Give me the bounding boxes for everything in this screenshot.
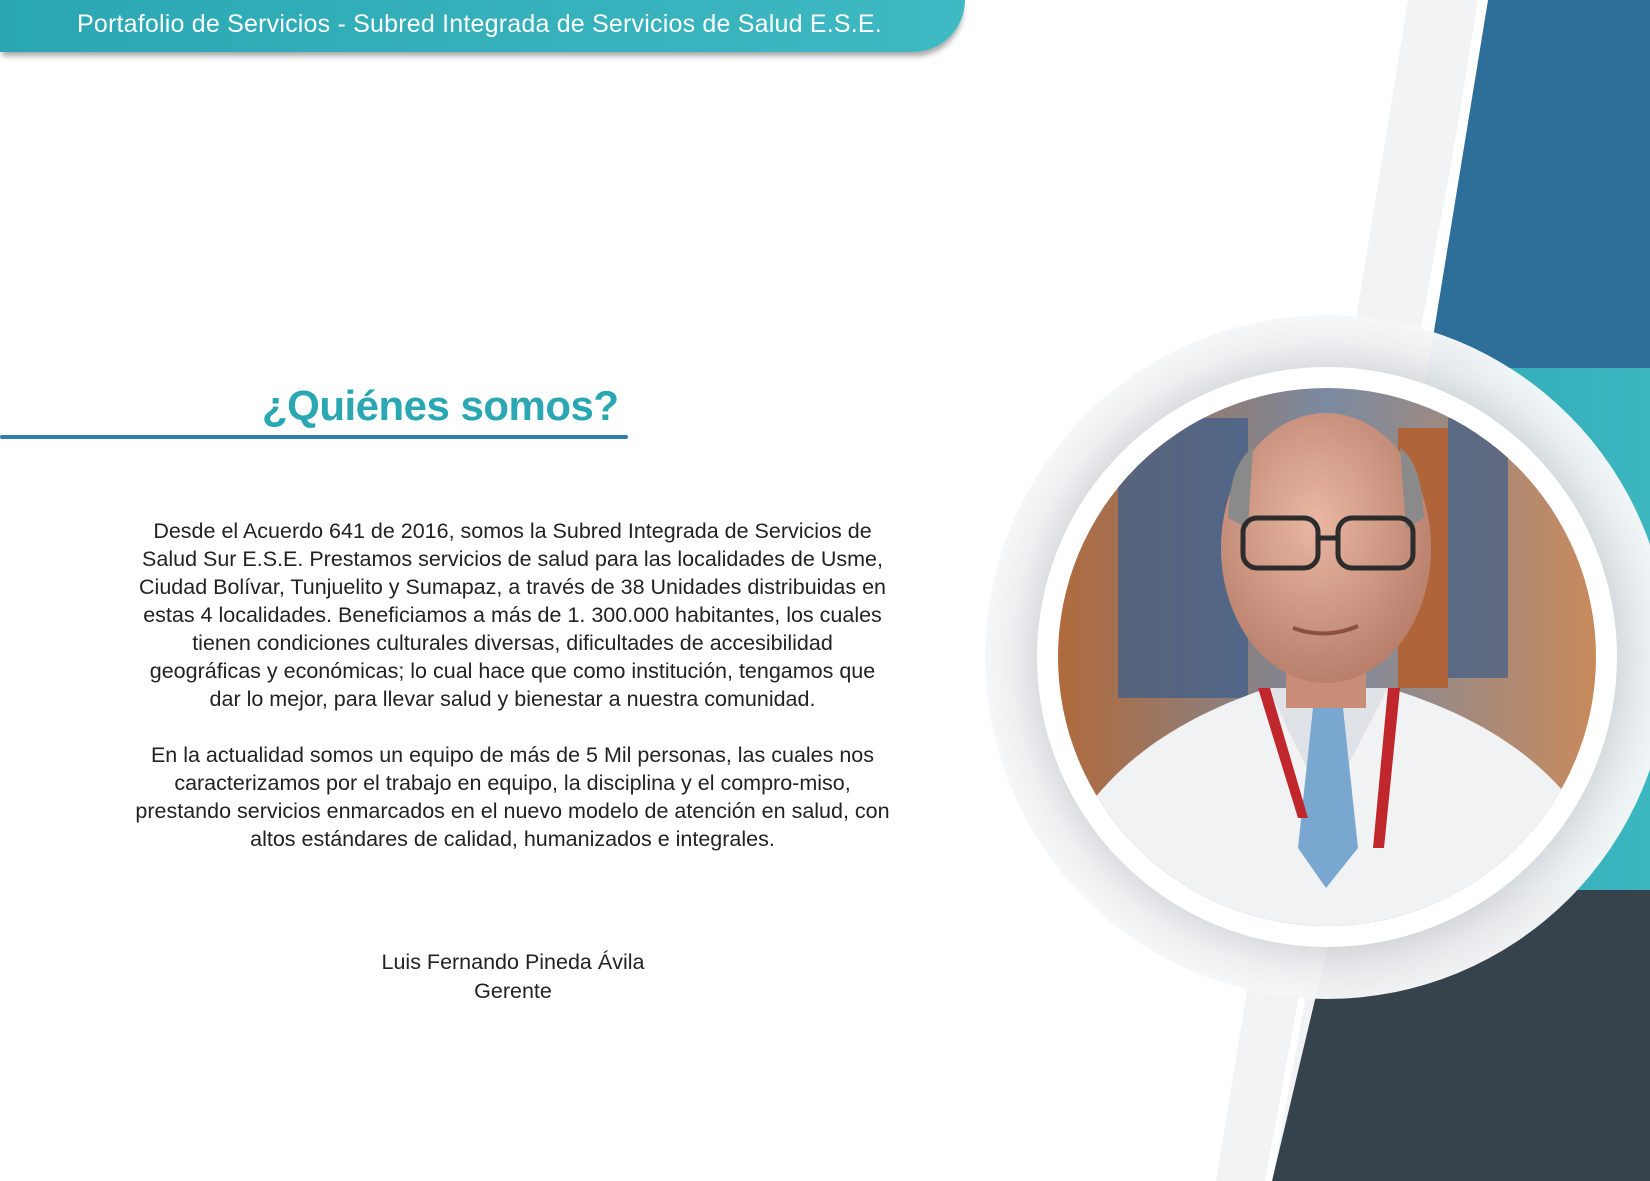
manager-portrait: [1058, 388, 1596, 926]
about-paragraph-1: Desde el Acuerdo 641 de 2016, somos la S…: [139, 519, 886, 711]
title-underline: [0, 435, 628, 439]
signature-name: Luis Fernando Pineda Ávila: [381, 950, 645, 974]
page: Portafolio de Servicios - Subred Integra…: [0, 0, 1650, 1181]
section-title: ¿Quiénes somos?: [262, 382, 619, 429]
signature-block: Luis Fernando Pineda Ávila Gerente: [263, 948, 763, 1006]
header-tab: Portafolio de Servicios - Subred Integra…: [0, 0, 965, 52]
signature-role: Gerente: [474, 979, 552, 1003]
about-body: Desde el Acuerdo 641 de 2016, somos la S…: [135, 517, 890, 881]
portrait-illustration: [1058, 388, 1596, 926]
document-header-title: Portafolio de Servicios - Subred Integra…: [77, 10, 882, 38]
about-paragraph-2: En la actualidad somos un equipo de más …: [135, 743, 890, 851]
